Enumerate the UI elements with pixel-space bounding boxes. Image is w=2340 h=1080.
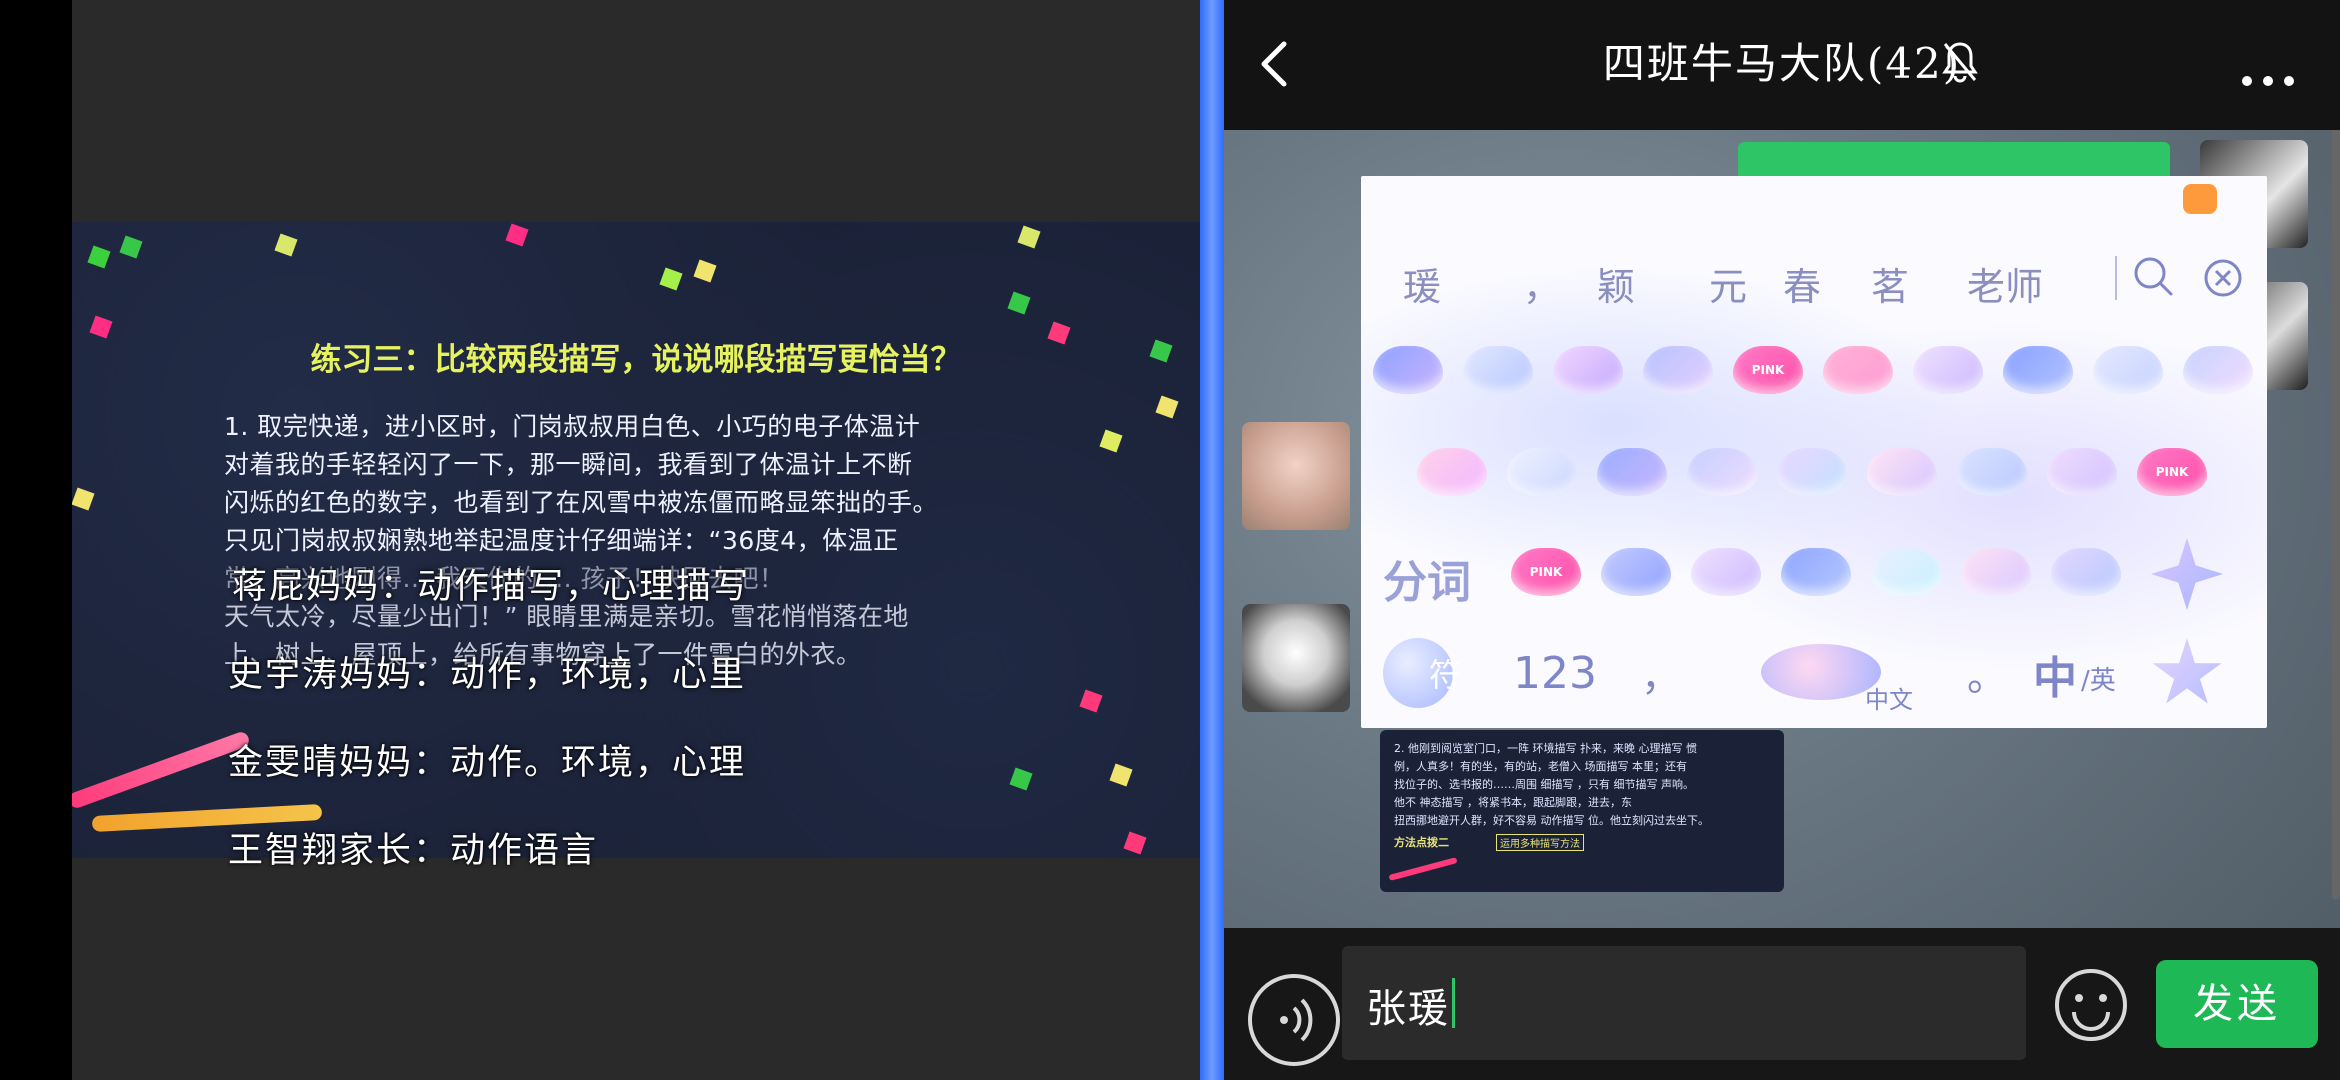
comma-key[interactable]: ， — [1641, 644, 1681, 702]
lang-switch-key-en[interactable]: /英 — [2081, 660, 2116, 697]
heart-sticker-icon[interactable] — [1781, 548, 1851, 596]
segment-key[interactable]: 分词 — [1383, 546, 1471, 610]
sticker-keyboard-panel: 瑗 ， 颖 元 春 茗 老师 PINK PINK 分词 PINK 符 123 ，… — [1361, 176, 2267, 728]
voice-input-icon[interactable] — [1240, 966, 1348, 1074]
heart-sticker-icon[interactable] — [1957, 448, 2027, 496]
slide-title: 练习三：比较两段描写，说说哪段描写更恰当？ — [310, 342, 962, 378]
candidate-word[interactable]: 茗 — [1871, 256, 1909, 311]
pink-label: PINK — [2155, 465, 2189, 479]
symbol-key[interactable]: 符 — [1429, 650, 1461, 696]
search-icon[interactable] — [2131, 254, 2175, 302]
heart-sticker-icon[interactable] — [1507, 448, 1577, 496]
heart-sticker-icon[interactable] — [1553, 346, 1623, 394]
heart-sticker-icon[interactable] — [1601, 548, 1671, 596]
heart-sticker-icon[interactable] — [2093, 346, 2163, 394]
message-input-text[interactable]: 张瑗 — [1366, 976, 1450, 1034]
heart-sticker-icon[interactable] — [2003, 346, 2073, 394]
image-message[interactable]: 2. 他刚到阅览室门口，一阵 环境描写 扑来，来晚 心理描写 惯 例，人真多！有… — [1380, 730, 1784, 892]
heart-sticker-icon[interactable] — [2047, 448, 2117, 496]
heart-sticker-icon[interactable] — [1417, 448, 1487, 496]
heart-sticker-icon[interactable] — [1871, 548, 1941, 596]
slide-text-line: 只见门岗叔叔娴熟地举起温度计仔细端详：“36度4，体温正 — [224, 526, 899, 555]
candidate-word[interactable]: 老师 — [1967, 256, 2043, 311]
pink-heart-sticker-icon[interactable]: PINK — [1733, 346, 1803, 394]
candidate-word[interactable]: 春 — [1783, 256, 1821, 311]
heart-sticker-icon[interactable] — [1643, 346, 1713, 394]
emoji-icon[interactable] — [2052, 966, 2130, 1044]
heart-sticker-icon[interactable] — [1687, 448, 1757, 496]
candidate-word[interactable]: 元 — [1709, 256, 1747, 311]
heart-sticker-icon[interactable] — [2183, 346, 2253, 394]
heart-sticker-icon[interactable] — [2051, 548, 2121, 596]
heart-sticker-icon[interactable] — [1463, 346, 1533, 394]
chat-header: 四班牛马大队(42) — [1224, 0, 2340, 130]
annotation-line: 蒋屁妈妈：动作描写，心理描写 — [232, 567, 751, 607]
period-key[interactable]: 。 — [1967, 644, 2007, 702]
annotation-line: 史宇涛妈妈：动作，环境，心里 — [228, 655, 747, 695]
heart-sticker-icon[interactable] — [1373, 346, 1443, 394]
text-caret — [1452, 978, 1455, 1028]
more-options-icon[interactable] — [2240, 52, 2296, 98]
pencil-icon — [1388, 857, 1458, 881]
lang-switch-key[interactable]: 中 — [2033, 642, 2077, 706]
space-key-label[interactable]: 中文 — [1865, 680, 1913, 715]
heart-sticker-icon[interactable] — [1597, 448, 1667, 496]
chat-title: 四班牛马大队(42) — [1602, 39, 1962, 88]
scrollbar[interactable] — [2332, 120, 2340, 900]
candidate-word[interactable]: 瑗 — [1403, 256, 1441, 311]
candidate-word[interactable]: ， — [1523, 256, 1561, 311]
number-key[interactable]: 123 — [1513, 648, 1597, 699]
heart-sticker-icon[interactable] — [1867, 448, 1937, 496]
mute-bell-icon — [1940, 40, 1980, 88]
thumb-method-label: 方法点拨二 — [1394, 836, 1449, 849]
heart-sticker-icon[interactable] — [1691, 548, 1761, 596]
thumb-method-tag: 运用多种描写方法 — [1496, 834, 1584, 851]
thumb-text: 2. 他刚到阅览室门口，一阵 环境描写 扑来，来晚 心理描写 惯 — [1394, 742, 1697, 755]
heart-sticker-icon[interactable] — [1777, 448, 1847, 496]
slide-text-line: 闪烁的红色的数字，也看到了在风雪中被冻僵而略显笨拙的手。 — [224, 488, 939, 517]
avatar[interactable] — [1242, 422, 1350, 530]
pink-label: PINK — [1529, 565, 1563, 579]
pink-heart-sticker-icon[interactable]: PINK — [1511, 548, 1581, 596]
floating-widget-icon[interactable] — [2183, 184, 2217, 214]
send-button[interactable]: 发送 — [2156, 960, 2318, 1048]
back-icon[interactable] — [1252, 38, 1296, 90]
heart-sticker-icon[interactable] — [1913, 346, 1983, 394]
split-divider[interactable] — [1200, 0, 1224, 1080]
candidate-word[interactable]: 颖 — [1597, 256, 1635, 311]
thumb-text: 扭西挪地避开人群，好不容易 动作描写 位。他立刻闪过去坐下。 — [1394, 814, 1709, 827]
pink-heart-sticker-icon[interactable]: PINK — [2137, 448, 2207, 496]
pink-label: PINK — [1751, 363, 1785, 377]
avatar[interactable] — [1242, 604, 1350, 712]
annotation-line: 金雯晴妈妈：动作。环境，心理 — [228, 743, 747, 783]
candidate-divider — [2115, 256, 2117, 300]
thumb-text: 例，人真多！有的坐，有的站，老僧入 场面描写 本里；还有 — [1394, 760, 1687, 773]
heart-sticker-icon[interactable] — [1823, 346, 1893, 394]
thumb-text: 找位子的、选书报的……周围 细描写 ，只有 细节描写 声响。 — [1394, 778, 1694, 791]
thumb-text: 他不 神态描写 ，将紧书本，跟起脚跟，进去，东 — [1394, 796, 1632, 809]
slide-text-line: 对着我的手轻轻闪了一下，那一瞬间，我看到了体温计上不断 — [224, 450, 913, 479]
annotation-line: 王智翔家长：动作语言 — [228, 831, 599, 871]
heart-sticker-icon[interactable] — [1961, 548, 2031, 596]
planet-space-icon[interactable] — [1761, 644, 1881, 700]
slide-text-line: 1. 取完快递，进小区时，门岗叔叔用白色、小巧的电子体温计 — [224, 412, 921, 441]
close-icon[interactable] — [2203, 258, 2243, 302]
